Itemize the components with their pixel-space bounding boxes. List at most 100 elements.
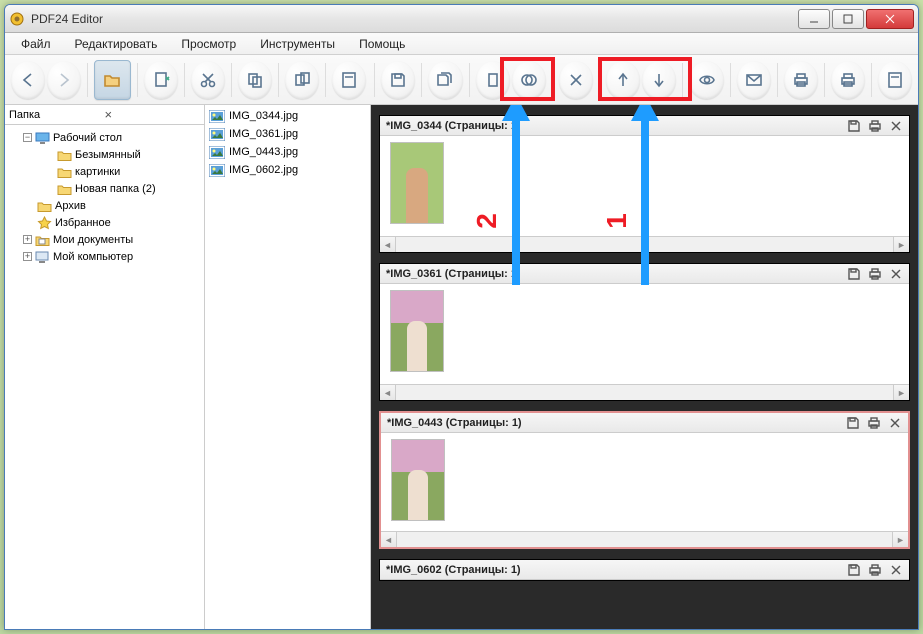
scroll-left-icon[interactable]: ◄ — [380, 385, 396, 400]
doc-print-button[interactable] — [866, 415, 881, 430]
annotation-box-merge — [500, 57, 555, 101]
menu-view[interactable]: Просмотр — [171, 35, 246, 53]
document-panel[interactable]: *IMG_0361 (Страницы: 1) ◄► — [379, 263, 910, 401]
doc-print-button[interactable] — [867, 118, 882, 133]
page-thumbnail[interactable] — [390, 142, 444, 224]
tree-item-label: Новая папка (2) — [75, 183, 156, 195]
scroll-right-icon[interactable]: ► — [893, 385, 909, 400]
doc-print-button[interactable] — [867, 562, 882, 577]
file-item[interactable]: IMG_0361.jpg — [207, 125, 368, 143]
tree-expander-icon[interactable]: + — [23, 252, 32, 261]
sidebar-close-icon[interactable]: × — [105, 107, 201, 122]
tree-item[interactable]: −Рабочий стол — [7, 129, 202, 146]
tree-item[interactable]: Безымянный — [7, 146, 202, 163]
doc-header[interactable]: *IMG_0361 (Страницы: 1) — [380, 264, 909, 284]
paste-button[interactable] — [285, 61, 319, 99]
scroll-right-icon[interactable]: ► — [893, 237, 909, 252]
doc-close-button[interactable] — [887, 415, 902, 430]
folder-icon — [57, 165, 72, 179]
menu-edit[interactable]: Редактировать — [65, 35, 168, 53]
calc2-button[interactable] — [878, 61, 912, 99]
menu-file[interactable]: Файл — [11, 35, 61, 53]
tree-item[interactable]: + Мой компьютер — [7, 248, 202, 265]
doc-header[interactable]: *IMG_0443 (Страницы: 1) — [381, 413, 908, 433]
doc-save-button[interactable] — [846, 562, 861, 577]
menu-tools[interactable]: Инструменты — [250, 35, 345, 53]
print-button[interactable] — [784, 61, 818, 99]
folder-icon — [57, 148, 72, 162]
file-label: IMG_0602.jpg — [229, 164, 298, 176]
file-list[interactable]: IMG_0344.jpg IMG_0361.jpg IMG_0443.jpg IMG_… — [205, 105, 371, 629]
delete-button[interactable] — [559, 61, 593, 99]
scroll-left-icon[interactable]: ◄ — [381, 532, 397, 547]
maximize-button[interactable] — [832, 9, 864, 29]
file-item[interactable]: IMG_0443.jpg — [207, 143, 368, 161]
doc-save-button[interactable] — [846, 266, 861, 281]
tree-item-label: Безымянный — [75, 149, 141, 161]
doc-scrollbar[interactable]: ◄► — [380, 236, 909, 252]
back-button[interactable] — [11, 61, 45, 99]
doc-body — [380, 136, 909, 236]
file-label: IMG_0361.jpg — [229, 128, 298, 140]
folder-icon — [57, 182, 72, 196]
image-file-icon — [209, 110, 225, 123]
new-doc-button[interactable] — [144, 61, 178, 99]
tree-item-label: картинки — [75, 166, 120, 178]
menu-help[interactable]: Помощь — [349, 35, 415, 53]
cut-button[interactable] — [191, 61, 225, 99]
titlebar[interactable]: PDF24 Editor — [5, 5, 918, 33]
tree-item-label: Мой компьютер — [53, 251, 133, 263]
file-item[interactable]: IMG_0344.jpg — [207, 107, 368, 125]
doc-close-button[interactable] — [888, 562, 903, 577]
doc-scrollbar[interactable]: ◄► — [381, 531, 908, 547]
document-panel[interactable]: *IMG_0443 (Страницы: 1) ◄► — [379, 411, 910, 549]
minimize-button[interactable] — [798, 9, 830, 29]
print-all-button[interactable] — [831, 61, 865, 99]
tree-item[interactable]: + Мои документы — [7, 231, 202, 248]
forward-button[interactable] — [47, 61, 81, 99]
doc-header[interactable]: *IMG_0344 (Страницы: 1) — [380, 116, 909, 136]
close-button[interactable] — [866, 9, 914, 29]
doc-title: *IMG_0602 (Страницы: 1) — [386, 564, 846, 576]
doc-save-button[interactable] — [846, 118, 861, 133]
document-panel[interactable]: *IMG_0344 (Страницы: 1) ◄► — [379, 115, 910, 253]
scroll-left-icon[interactable]: ◄ — [380, 237, 396, 252]
doc-scrollbar[interactable]: ◄► — [380, 384, 909, 400]
favorites-icon — [37, 216, 52, 230]
content-area: Папка × −Рабочий столБезымянныйкартинкиН… — [5, 105, 918, 629]
tree-item[interactable]: картинки — [7, 163, 202, 180]
page-thumbnail[interactable] — [391, 439, 445, 521]
doc-title: *IMG_0344 (Страницы: 1) — [386, 120, 846, 132]
docs-icon — [35, 233, 50, 247]
doc-close-button[interactable] — [888, 266, 903, 281]
calc-button[interactable] — [332, 61, 366, 99]
doc-title: *IMG_0361 (Страницы: 1) — [386, 268, 846, 280]
doc-save-button[interactable] — [845, 415, 860, 430]
tree-item[interactable]: Новая папка (2) — [7, 180, 202, 197]
tree-expander-icon[interactable]: + — [23, 235, 32, 244]
app-window: PDF24 Editor Файл Редактировать Просмотр… — [4, 4, 919, 630]
open-folder-button[interactable] — [94, 60, 130, 100]
folder-sidebar: Папка × −Рабочий столБезымянныйкартинкиН… — [5, 105, 205, 629]
save-all-button[interactable] — [428, 61, 462, 99]
tree-item[interactable]: Избранное — [7, 214, 202, 231]
tree-item-label: Мои документы — [53, 234, 133, 246]
tree-expander-icon[interactable]: − — [23, 133, 32, 142]
tree-item[interactable]: Архив — [7, 197, 202, 214]
file-item[interactable]: IMG_0602.jpg — [207, 161, 368, 179]
scroll-right-icon[interactable]: ► — [892, 532, 908, 547]
doc-close-button[interactable] — [888, 118, 903, 133]
copy-button[interactable] — [238, 61, 272, 99]
folder-tree[interactable]: −Рабочий стол Безымянный картинки Новая пап… — [5, 125, 204, 629]
doc-print-button[interactable] — [867, 266, 882, 281]
doc-header[interactable]: *IMG_0602 (Страницы: 1) — [380, 560, 909, 580]
save-button[interactable] — [381, 61, 415, 99]
image-file-icon — [209, 128, 225, 141]
email-button[interactable] — [737, 61, 771, 99]
menubar: Файл Редактировать Просмотр Инструменты … — [5, 33, 918, 55]
page-thumbnail[interactable] — [390, 290, 444, 372]
preview-button[interactable] — [689, 61, 723, 99]
document-workarea[interactable]: 2 1 *IMG_0344 (Страницы: 1) ◄► *IMG_0361… — [371, 105, 918, 629]
doc-body — [380, 284, 909, 384]
document-panel[interactable]: *IMG_0602 (Страницы: 1) — [379, 559, 910, 581]
